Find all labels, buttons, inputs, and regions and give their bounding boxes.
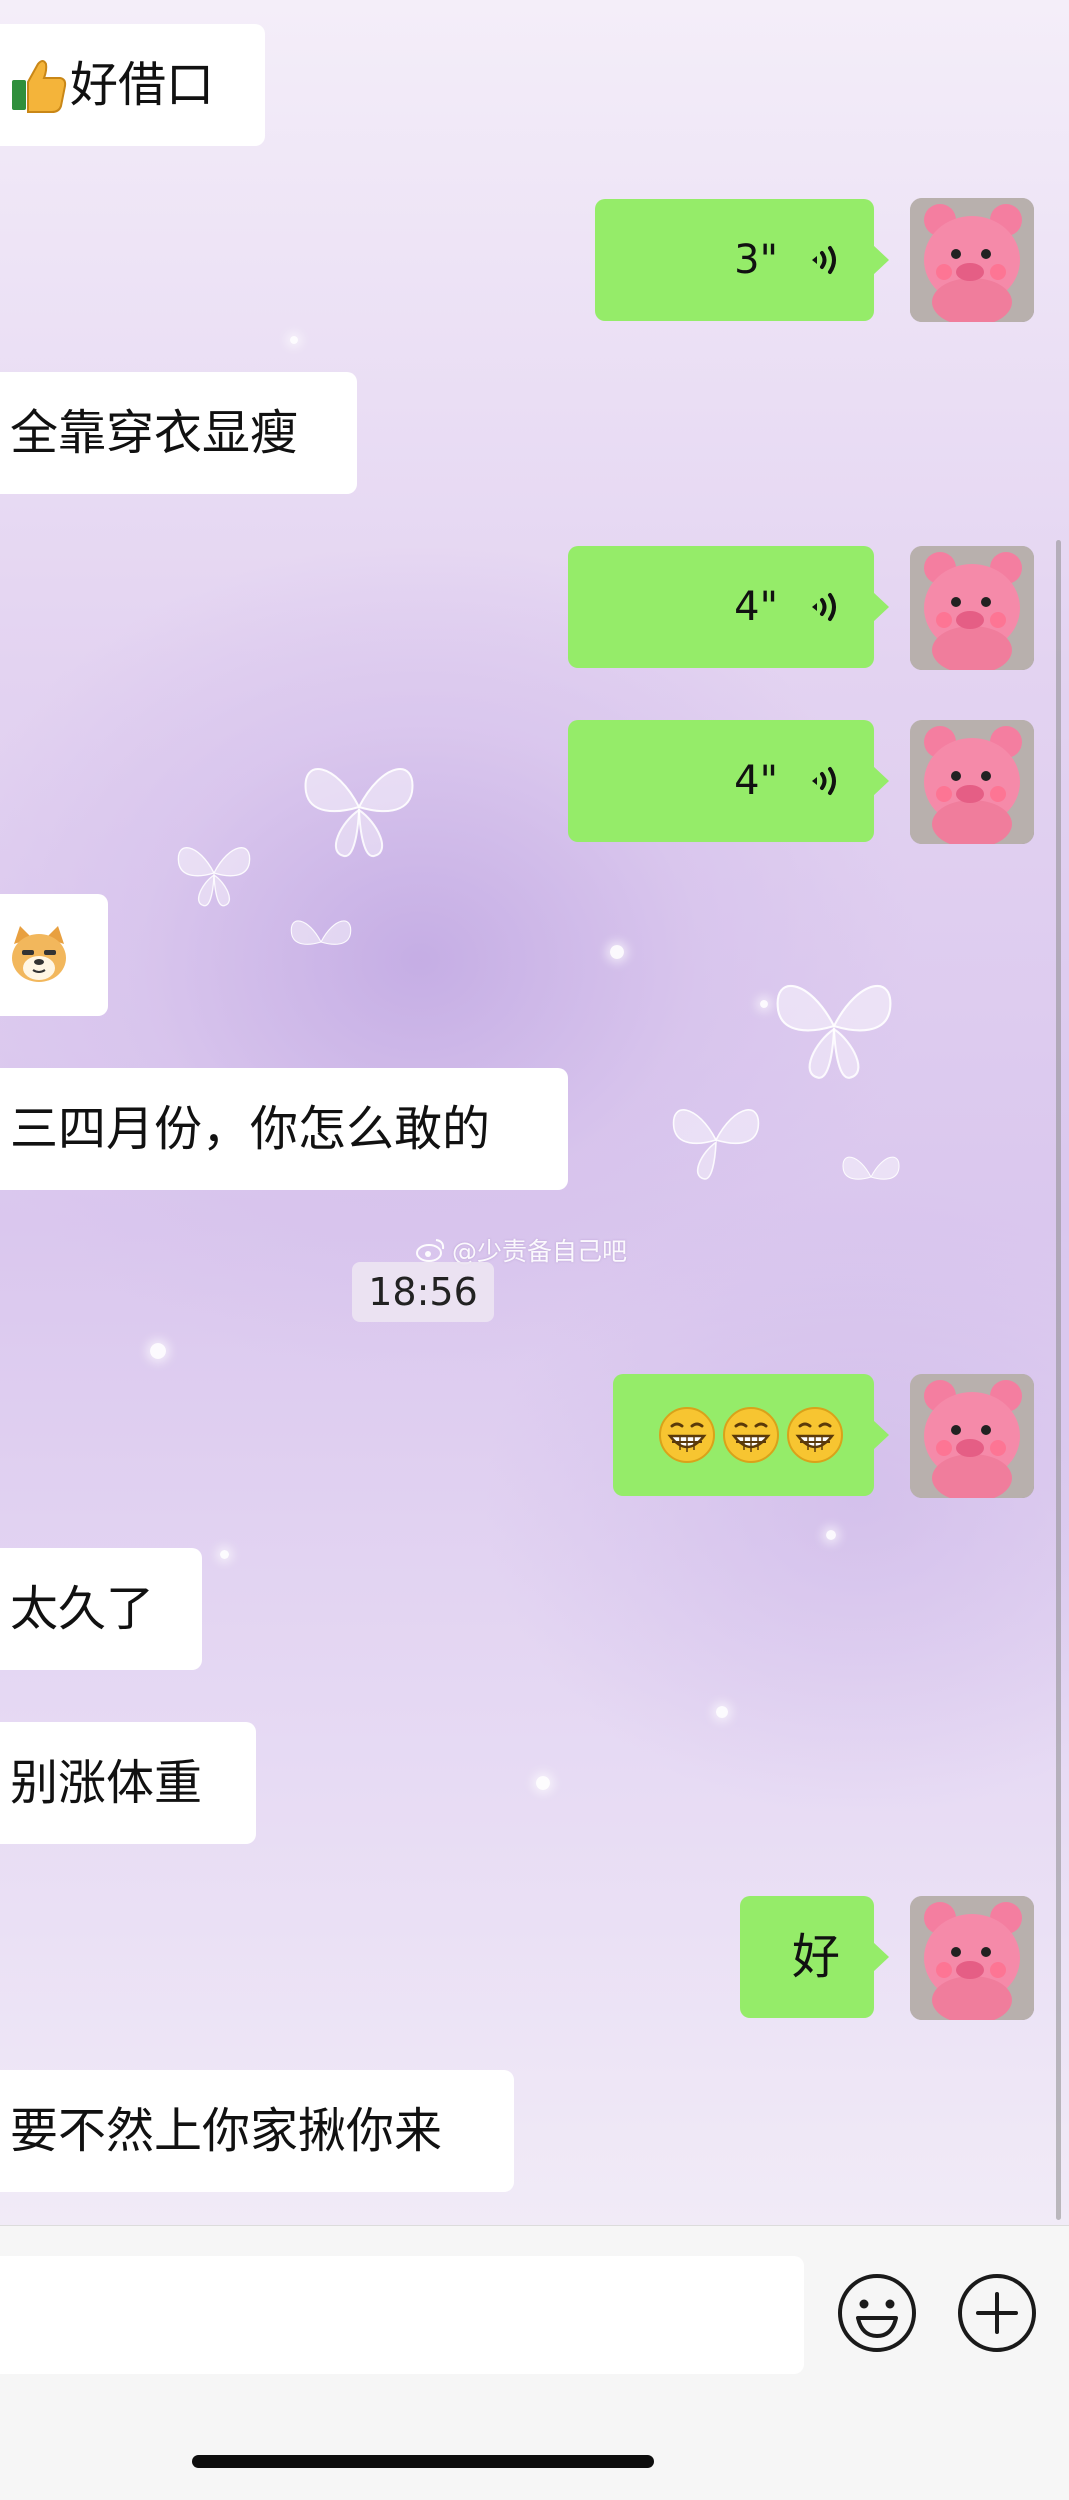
message-text: 三四月份，你怎么敢的 — [10, 1101, 491, 1157]
smiley-icon[interactable] — [836, 2272, 918, 2354]
outgoing-message[interactable]: 好 — [740, 1896, 889, 2018]
butterfly-decor-icon — [304, 768, 414, 857]
voice-duration: 4" — [734, 758, 778, 804]
butterfly-decor-icon — [177, 847, 251, 907]
incoming-message[interactable]: 全靠穿衣显瘦 — [0, 372, 357, 494]
incoming-message[interactable]: 别涨体重 — [0, 1722, 256, 1844]
weibo-logo-icon — [416, 1239, 445, 1262]
voice-duration: 3" — [734, 237, 778, 283]
grin-emoji-icon — [787, 1407, 843, 1463]
pink-bear-avatar-icon — [910, 546, 1034, 670]
incoming-message[interactable]: 好借口 — [0, 24, 265, 146]
avatar[interactable] — [910, 198, 1034, 322]
message-text: 别涨体重 — [10, 1755, 203, 1811]
sparkle-decor — [610, 945, 624, 959]
voice-wave-icon — [812, 593, 836, 621]
butterfly-decor-icon — [776, 984, 892, 1079]
doge-emoji-icon — [12, 926, 66, 982]
butterfly-decor-icon — [290, 920, 352, 945]
home-indicator[interactable] — [192, 2455, 654, 2468]
plus-circle-icon[interactable] — [956, 2272, 1038, 2354]
outgoing-voice-message[interactable]: 4" — [568, 546, 889, 668]
sparkle-decor — [536, 1776, 550, 1790]
pink-bear-avatar-icon — [910, 720, 1034, 844]
outgoing-voice-message[interactable]: 3" — [595, 199, 889, 321]
incoming-message[interactable]: 三四月份，你怎么敢的 — [0, 1068, 568, 1190]
chat-scrollbar[interactable] — [1056, 540, 1061, 2220]
pink-bear-avatar-icon — [910, 1374, 1034, 1498]
voice-duration: 4" — [734, 584, 778, 630]
outgoing-voice-message[interactable]: 4" — [568, 720, 889, 842]
sparkle-decor — [826, 1530, 836, 1540]
pink-bear-avatar-icon — [910, 1896, 1034, 2020]
pink-bear-avatar-icon — [910, 198, 1034, 322]
butterfly-decor-icon — [842, 1156, 900, 1180]
avatar[interactable] — [910, 720, 1034, 844]
butterfly-decor-icon — [672, 1109, 760, 1180]
message-timestamp: 18:56 — [352, 1262, 494, 1322]
message-text: 太久了 — [10, 1581, 155, 1637]
voice-wave-icon — [812, 767, 836, 795]
incoming-message[interactable]: 要不然上你家揪你来 — [0, 2070, 514, 2192]
message-text: 全靠穿衣显瘦 — [10, 405, 299, 461]
sparkle-decor — [716, 1706, 728, 1718]
outgoing-emoji-message[interactable] — [613, 1374, 889, 1496]
grin-emoji-icon — [723, 1407, 779, 1463]
sparkle-decor — [150, 1343, 166, 1359]
incoming-message[interactable]: 太久了 — [0, 1548, 202, 1670]
sparkle-decor — [290, 336, 298, 344]
avatar[interactable] — [910, 1374, 1034, 1498]
sparkle-decor — [220, 1550, 229, 1559]
voice-wave-icon — [812, 246, 836, 274]
incoming-sticker-message[interactable] — [0, 894, 108, 1016]
message-text: 好借口 — [70, 57, 215, 113]
message-text: 要不然上你家揪你来 — [10, 2103, 443, 2159]
thumbs-up-icon — [12, 60, 67, 113]
message-input[interactable] — [0, 2256, 804, 2374]
grin-emoji-icon — [659, 1407, 715, 1463]
avatar[interactable] — [910, 546, 1034, 670]
avatar[interactable] — [910, 1896, 1034, 2020]
message-text: 好 — [791, 1929, 840, 1985]
